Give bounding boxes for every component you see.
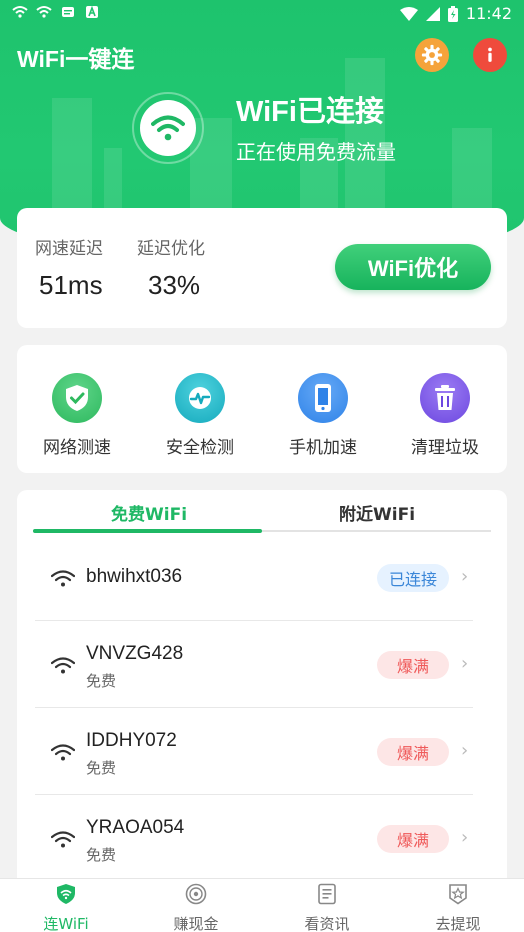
wifi-icon bbox=[51, 744, 75, 761]
wifi-row[interactable]: bhwihxt036 已连接 › bbox=[17, 534, 507, 621]
coin-icon bbox=[185, 883, 207, 905]
bottom-nav: 连WiFi 赚现金 看资讯 去提现 bbox=[0, 878, 524, 932]
wifi-icon bbox=[51, 570, 75, 587]
cell-signal-icon bbox=[425, 6, 440, 21]
tab-indicator bbox=[33, 529, 262, 533]
shield-check-icon bbox=[52, 373, 102, 423]
wifi-shield-icon bbox=[57, 884, 75, 904]
optimize-value: 33% bbox=[148, 270, 201, 300]
tool-speed-test[interactable]: 网络测速 bbox=[27, 373, 127, 458]
wifi-ssid: YRAOA054 bbox=[86, 817, 185, 838]
nav-label: 赚现金 bbox=[173, 915, 219, 932]
tool-clean-junk[interactable]: 清理垃圾 bbox=[395, 373, 495, 458]
app-title: WiFi一键连 bbox=[17, 46, 135, 72]
info-button[interactable] bbox=[473, 38, 507, 72]
info-icon bbox=[488, 47, 492, 62]
tab-free-wifi[interactable]: 免费WiFi bbox=[111, 500, 187, 525]
badge-star-icon bbox=[449, 884, 467, 905]
monitor-icon bbox=[175, 373, 225, 423]
wifi-subtitle: 免费 bbox=[86, 672, 117, 690]
message-icon bbox=[62, 7, 74, 17]
chevron-right-icon: › bbox=[461, 566, 469, 587]
optimize-label: 延迟优化 bbox=[137, 239, 205, 259]
wifi-subtitle: 免费 bbox=[86, 759, 117, 777]
wifi-signal-icon bbox=[399, 6, 418, 21]
wifi-list-card: 免费WiFi 附近WiFi bhwihxt036 已连接 › VNVZG428 … bbox=[17, 490, 507, 890]
wifi-status-icon bbox=[36, 6, 52, 18]
tool-security-check[interactable]: 安全检测 bbox=[150, 373, 250, 458]
wifi-status-icon bbox=[12, 6, 28, 18]
status-badge: 爆满 bbox=[377, 825, 449, 853]
trash-icon bbox=[420, 373, 470, 423]
connection-status-subtitle: 正在使用免费流量 bbox=[236, 140, 396, 164]
tools-card: 网络测速 安全检测 手机加速 清理垃圾 bbox=[17, 345, 507, 473]
nav-news[interactable]: 看资讯 bbox=[277, 883, 377, 932]
document-icon bbox=[318, 883, 336, 905]
nav-label: 去提现 bbox=[435, 915, 481, 932]
wifi-icon bbox=[51, 657, 75, 674]
chevron-right-icon: › bbox=[461, 653, 469, 674]
status-bar: 11:42 bbox=[0, 0, 524, 28]
wifi-row[interactable]: YRAOA054 免费 爆满 › bbox=[17, 795, 507, 882]
stats-card: 网速延迟 51ms 延迟优化 33% WiFi优化 bbox=[17, 208, 507, 328]
wifi-row[interactable]: IDDHY072 免费 爆满 › bbox=[17, 708, 507, 795]
battery-icon bbox=[447, 5, 458, 22]
chevron-right-icon: › bbox=[461, 827, 469, 848]
nav-earn-cash[interactable]: 赚现金 bbox=[146, 883, 246, 932]
status-badge: 已连接 bbox=[377, 564, 449, 592]
nav-label: 连WiFi bbox=[43, 915, 89, 932]
tool-label: 手机加速 bbox=[289, 438, 357, 458]
clock: 11:42 bbox=[465, 4, 512, 23]
wifi-ssid: IDDHY072 bbox=[86, 730, 177, 751]
connection-status-title: WiFi已连接 bbox=[236, 96, 384, 128]
latency-label: 网速延迟 bbox=[35, 239, 103, 259]
tool-label: 安全检测 bbox=[166, 438, 234, 458]
wifi-icon bbox=[51, 831, 75, 848]
latency-value: 51ms bbox=[39, 270, 103, 300]
phone-icon bbox=[298, 373, 348, 423]
wifi-optimize-button[interactable]: WiFi优化 bbox=[335, 244, 491, 290]
wifi-icon bbox=[151, 115, 185, 141]
app-notification-icon bbox=[86, 5, 98, 18]
wifi-row[interactable]: VNVZG428 免费 爆满 › bbox=[17, 621, 507, 708]
status-badge: 爆满 bbox=[377, 738, 449, 766]
wifi-ssid: bhwihxt036 bbox=[86, 566, 183, 587]
nav-withdraw[interactable]: 去提现 bbox=[408, 883, 508, 932]
nav-label: 看资讯 bbox=[304, 915, 350, 932]
status-badge: 爆满 bbox=[377, 651, 449, 679]
chevron-right-icon: › bbox=[461, 740, 469, 761]
settings-button[interactable] bbox=[415, 38, 449, 72]
tool-label: 清理垃圾 bbox=[411, 438, 479, 458]
wifi-subtitle: 免费 bbox=[86, 846, 117, 864]
tool-label: 网络测速 bbox=[43, 438, 111, 458]
gear-icon bbox=[421, 44, 443, 66]
tab-nearby-wifi[interactable]: 附近WiFi bbox=[339, 500, 415, 525]
nav-connect-wifi[interactable]: 连WiFi bbox=[16, 883, 116, 932]
wifi-ssid: VNVZG428 bbox=[86, 643, 184, 664]
tool-phone-boost[interactable]: 手机加速 bbox=[273, 373, 373, 458]
hero-wifi-badge bbox=[140, 100, 196, 156]
